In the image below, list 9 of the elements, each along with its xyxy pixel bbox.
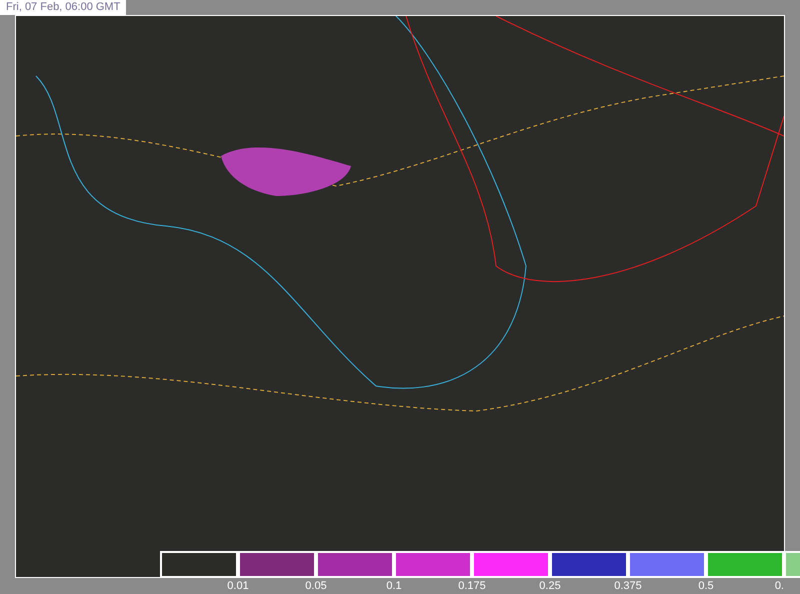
legend-label: 0.01: [227, 579, 249, 593]
timestamp-label: Fri, 07 Feb, 06:00 GMT: [0, 0, 126, 15]
legend-label: 0.375: [614, 579, 642, 593]
legend-label: 0.25: [539, 579, 561, 593]
legend-label: 0.175: [458, 579, 486, 593]
legend-label: 0.1: [386, 579, 402, 593]
legend-label: 0.05: [305, 579, 327, 593]
legend-label: 0.: [774, 579, 784, 593]
legend-label: 0.5: [698, 579, 714, 593]
